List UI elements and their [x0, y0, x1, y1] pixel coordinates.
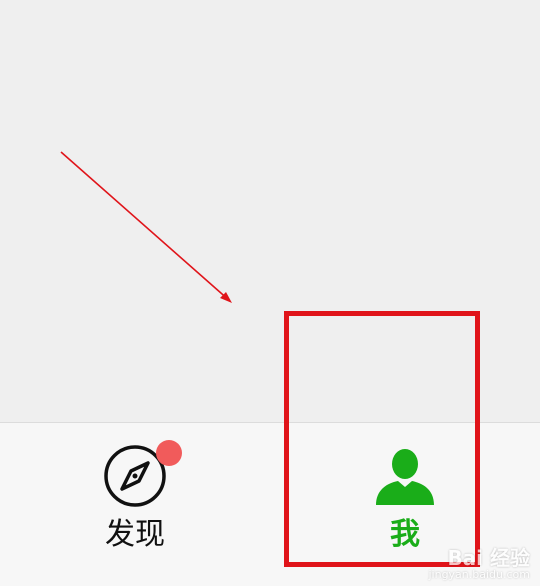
tab-discover[interactable]: 发现	[60, 423, 210, 586]
highlight-box	[284, 311, 480, 567]
tab-discover-label: 发现	[105, 517, 165, 552]
watermark-url: jingyan.baidu.com	[428, 568, 530, 581]
watermark: Bai 经验 jingyan.baidu.com	[428, 547, 530, 581]
watermark-brand: Bai 经验	[447, 546, 530, 570]
notification-badge-dot	[156, 440, 182, 466]
